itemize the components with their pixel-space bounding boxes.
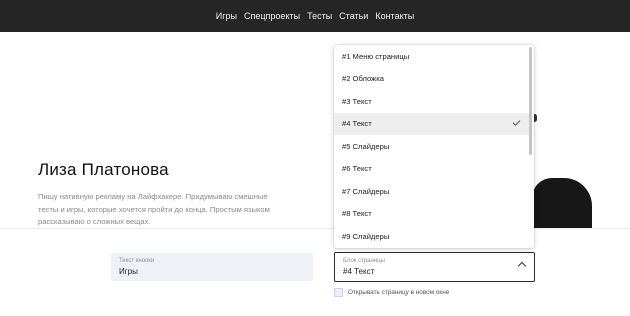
nav-link-special-projects[interactable]: Спецпроекты (244, 11, 300, 21)
dropdown-option[interactable]: #1 Меню страницы (334, 45, 530, 68)
option-label: #8 Текст (342, 209, 372, 219)
check-icon (512, 117, 521, 126)
dropdown-list: #1 Меню страницы #2 Обложка #3 Текст #4 … (334, 45, 530, 248)
nav-link-games[interactable]: Игры (216, 11, 237, 21)
dropdown-option-selected[interactable]: #4 Текст (334, 112, 530, 135)
author-name: Лиза Платонова (38, 160, 169, 179)
new-window-option: Открывать страницу в новом окне (334, 288, 449, 297)
dropdown-option[interactable]: #9 Слайдеры (334, 225, 530, 248)
dropdown-option[interactable]: #3 Текст (334, 90, 530, 113)
dropdown-option[interactable]: #8 Текст (334, 203, 530, 226)
option-label: #6 Текст (342, 164, 372, 174)
author-description: Пишу нативную рекламу на Лайфхакере. При… (38, 192, 270, 226)
option-label: #9 Слайдеры (342, 231, 390, 241)
nav-link-tests[interactable]: Тесты (307, 11, 332, 21)
dropdown-option[interactable]: #2 Обложка (334, 68, 530, 91)
button-text-value[interactable]: Игры (119, 267, 138, 276)
dropdown-option[interactable]: #6 Текст (334, 158, 530, 181)
dropdown-option[interactable]: #7 Слайдеры (334, 180, 530, 203)
option-label: #5 Слайдеры (342, 141, 390, 151)
nav-link-contacts[interactable]: Контакты (375, 11, 414, 21)
nav-link-articles[interactable]: Статьи (339, 11, 368, 21)
option-label: #4 Текст (342, 119, 372, 129)
option-label: #7 Слайдеры (342, 186, 390, 196)
nav-links: Игры Спецпроекты Тесты Статьи Контакты (216, 11, 414, 21)
page-block-value: #4 Текст (343, 267, 375, 276)
dropdown-option[interactable]: #5 Слайдеры (334, 135, 530, 158)
page-block-label: Блок страницы (343, 258, 385, 264)
option-label: #3 Текст (342, 96, 372, 106)
button-text-label: Текст кнопки (119, 258, 155, 264)
option-label: #2 Обложка (342, 74, 384, 84)
block-settings-panel (0, 228, 630, 316)
top-navigation: Игры Спецпроекты Тесты Статьи Контакты (0, 0, 630, 32)
new-window-checkbox[interactable] (334, 288, 343, 297)
page-block-select[interactable]: Блок страницы #4 Текст (334, 252, 535, 282)
button-text-field[interactable]: Текст кнопки Игры (111, 253, 313, 281)
page-block-dropdown: #1 Меню страницы #2 Обложка #3 Текст #4 … (334, 45, 534, 248)
dropdown-scrollbar[interactable] (529, 47, 532, 155)
new-window-label: Открывать страницу в новом окне (348, 289, 450, 296)
chevron-up-icon[interactable] (517, 261, 527, 271)
option-label: #1 Меню страницы (342, 51, 410, 61)
avatar-photo (532, 178, 592, 228)
